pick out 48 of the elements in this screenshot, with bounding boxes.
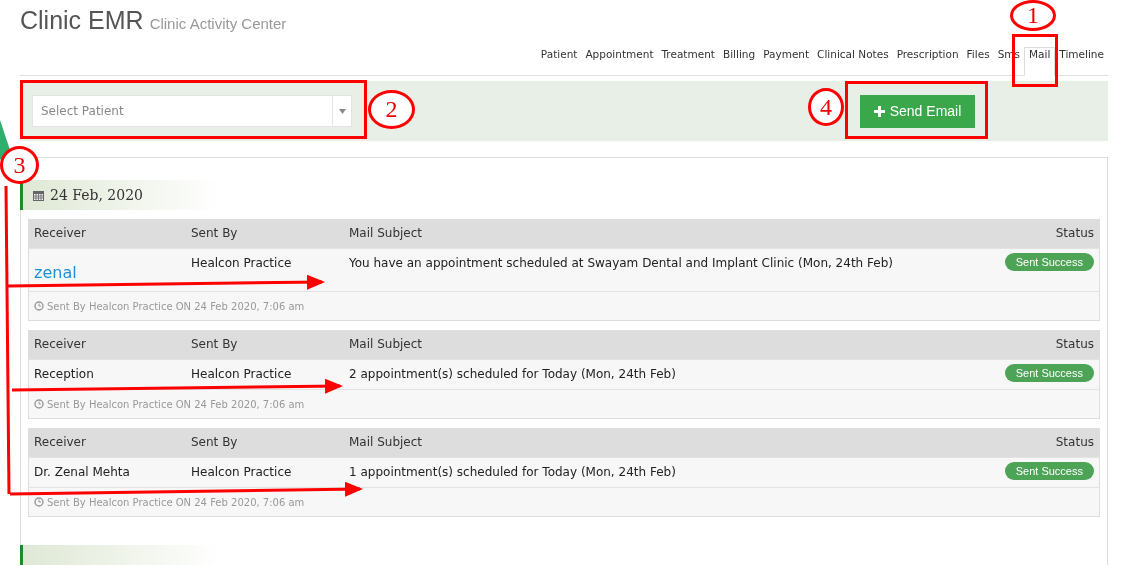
app-subtitle: Clinic Activity Center (149, 15, 287, 32)
sent-info: Sent By Healcon Practice ON 24 Feb 2020, 7:06 am (47, 398, 305, 410)
nav-tab[interactable]: Mail (1024, 47, 1056, 76)
receiver-cell-text: Dr. Zenal Mehta (34, 464, 131, 479)
column-header: Status (1055, 336, 1094, 351)
nav-tab[interactable]: Payment (759, 48, 814, 75)
callout-number: 1 (1010, 0, 1056, 31)
callout-number: 3 (0, 146, 39, 184)
column-header: Sent By (191, 336, 239, 351)
clock-icon (34, 301, 44, 311)
nav-tab[interactable]: Files (962, 48, 994, 75)
column-header: Mail Subject (349, 225, 424, 240)
nav-tab[interactable]: Patient (536, 48, 582, 75)
sent-info: Sent By Healcon Practice ON 24 Feb 2020, 7:06 am (47, 496, 305, 508)
status-badge: Sent Success (1004, 364, 1094, 382)
sender-cell-text: Healcon Practice (191, 366, 293, 381)
status-badge: Sent Success (1004, 253, 1094, 271)
column-header: Status (1055, 225, 1094, 240)
sender-cell-text: Healcon Practice (191, 464, 293, 479)
status-badge: Sent Success (1004, 462, 1094, 480)
sent-info: Sent By Healcon Practice ON 24 Feb 2020, 7:06 am (47, 300, 305, 312)
plus-icon (873, 105, 885, 117)
column-header: Receiver (34, 225, 87, 240)
nav-tab[interactable]: Timeline (1055, 48, 1108, 75)
patient-select[interactable]: Select Patient (32, 95, 352, 127)
column-header: Sent By (191, 434, 239, 449)
nav-tab[interactable]: Treatment (657, 48, 719, 75)
nav-tab[interactable]: Prescription (892, 48, 963, 75)
subject-cell-text: 1 appointment(s) scheduled for Today (Mon, 24th Feb) (349, 464, 677, 479)
sender-cell-text: Healcon Practice (191, 255, 293, 270)
nav-tab[interactable]: Billing (718, 48, 760, 75)
column-header: Mail Subject (349, 336, 424, 351)
nav-tab[interactable]: Clinical Notes (813, 48, 893, 75)
column-header: Status (1055, 434, 1094, 449)
date-text: 24 Feb, 2020 (50, 187, 143, 203)
clock-icon (34, 399, 44, 409)
subject-cell-text: You have an appointment scheduled at Swayam Dental and Implant Clinic (Mon, 24th Feb) (349, 255, 894, 270)
subject-cell-text: 2 appointment(s) scheduled for Today (Mon, 24th Feb) (349, 366, 677, 381)
nav-tab[interactable]: Appointment (581, 48, 658, 75)
column-header: Receiver (34, 336, 87, 351)
caret-icon (338, 108, 346, 114)
column-header: Receiver (34, 434, 87, 449)
column-header: Mail Subject (349, 434, 424, 449)
calendar-icon (33, 189, 44, 201)
app-title: Clinic EMR (20, 6, 144, 35)
column-header: Sent By (191, 225, 239, 240)
clock-icon (34, 497, 44, 507)
receiver-cell-text: Reception (34, 366, 95, 381)
